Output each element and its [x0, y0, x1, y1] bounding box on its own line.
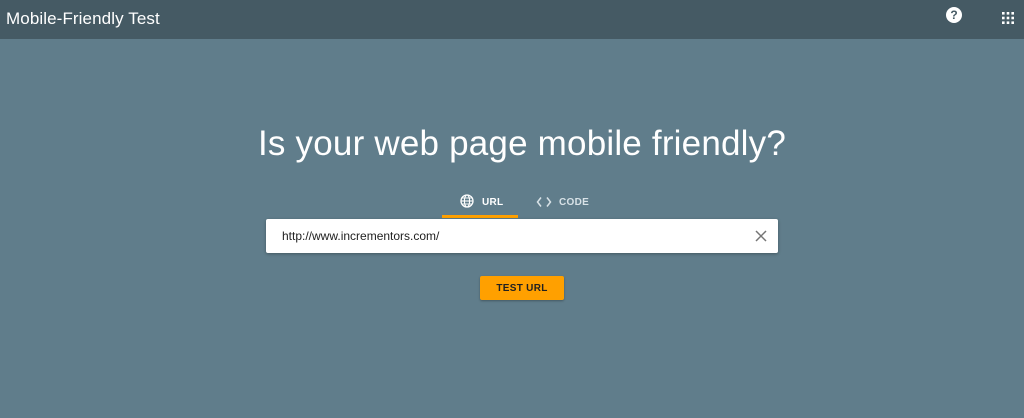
close-icon[interactable] [754, 229, 768, 243]
code-brackets-icon [536, 195, 552, 209]
app-title: Mobile-Friendly Test [6, 9, 160, 28]
top-app-bar: Mobile-Friendly Test ? [0, 0, 1024, 39]
url-input[interactable] [282, 219, 742, 253]
globe-icon [460, 194, 474, 208]
help-icon[interactable]: ? [946, 7, 962, 23]
input-mode-tabs: URL CODE [442, 188, 602, 218]
tab-code[interactable]: CODE [526, 188, 596, 218]
tab-selected-indicator [442, 215, 518, 218]
test-url-button[interactable]: TEST URL [480, 276, 564, 300]
tab-url-label: URL [482, 197, 504, 208]
url-input-container [266, 219, 778, 253]
tab-url[interactable]: URL [442, 188, 518, 218]
apps-grid-icon[interactable] [1002, 12, 1014, 24]
tab-code-label: CODE [559, 197, 590, 208]
page-headline: Is your web page mobile friendly? [258, 124, 786, 163]
